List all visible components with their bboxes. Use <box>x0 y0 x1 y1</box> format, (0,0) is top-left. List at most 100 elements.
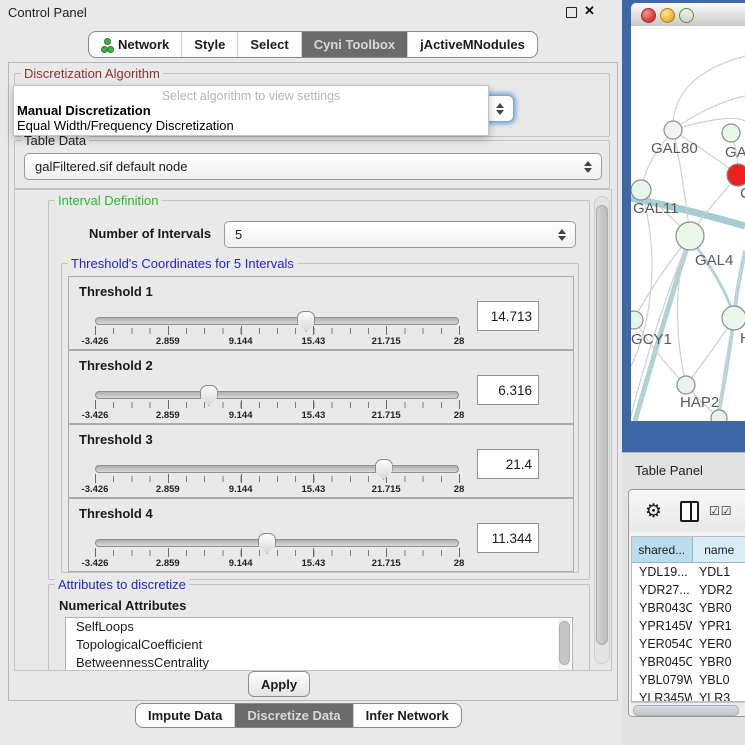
threshold-4-label: Threshold 4 <box>79 506 153 521</box>
tab-network[interactable]: Network <box>89 32 182 57</box>
network-node[interactable] <box>677 376 695 394</box>
threshold-3-slider[interactable]: -3.4262.8599.14415.4321.71528 <box>95 461 459 495</box>
tab-cyni-toolbox[interactable]: Cyni Toolbox <box>302 32 408 57</box>
checkbox-icons[interactable]: ☑☑ <box>709 504 733 518</box>
table-row[interactable]: YPR145WYPR1 <box>632 617 745 635</box>
slider-ticks <box>95 476 459 482</box>
network-edge <box>690 238 734 316</box>
table-row[interactable]: YDR27...YDR2 <box>632 581 745 599</box>
slider-track[interactable] <box>95 391 459 399</box>
dropdown-option-manual[interactable]: Manual Discretization <box>17 103 151 118</box>
network-node[interactable] <box>664 121 682 139</box>
network-node[interactable] <box>631 311 643 329</box>
table-header-row: shared... name <box>632 537 745 563</box>
tab-infer-network-label: Infer Network <box>366 708 449 723</box>
tick-label: 15.43 <box>302 410 326 421</box>
network-node[interactable] <box>727 164 745 186</box>
slider-track[interactable] <box>95 539 459 547</box>
tick-label: -3.426 <box>82 558 109 569</box>
tab-discretize-data[interactable]: Discretize Data <box>235 704 353 727</box>
zoom-traffic-light-icon[interactable] <box>679 8 694 23</box>
column-header-name[interactable]: name <box>693 537 745 562</box>
close-icon[interactable]: ✕ <box>584 3 595 19</box>
table-row[interactable]: YDL19...YDL1 <box>632 563 745 581</box>
threshold-1-slider[interactable]: -3.4262.8599.14415.4321.71528 <box>95 313 459 347</box>
network-node[interactable] <box>722 306 745 330</box>
network-node[interactable] <box>631 180 651 200</box>
list-item[interactable]: BetweennessCentrality <box>66 654 572 671</box>
network-node[interactable] <box>676 222 704 250</box>
thresholds-group-title: Threshold's Coordinates for 5 Intervals <box>68 256 297 271</box>
table-row[interactable]: YBR043CYBR0 <box>632 599 745 617</box>
table-panel-window: ⚙ ☑☑ shared... name YDL19...YDL1 YDR27..… <box>628 489 745 717</box>
dropdown-hint: Select algorithm to view settings <box>14 89 488 103</box>
tick-label: 15.43 <box>302 484 326 495</box>
table-horizontal-scrollbar[interactable] <box>631 702 745 716</box>
threshold-4-slider[interactable]: -3.4262.8599.14415.4321.71528 <box>95 535 459 569</box>
tab-impute-data[interactable]: Impute Data <box>136 704 235 727</box>
number-of-intervals-label: Number of Intervals <box>89 226 211 241</box>
threshold-4-value[interactable]: 11.344 <box>477 523 539 553</box>
tick-label: 28 <box>454 484 465 495</box>
table-data-combobox[interactable]: galFiltered.sif default node <box>24 153 602 180</box>
threshold-2-value[interactable]: 6.316 <box>477 375 539 405</box>
control-panel-tabbar: Network Style Select Cyni Toolbox jActiv… <box>88 31 538 58</box>
slider-track[interactable] <box>95 317 459 325</box>
table-row[interactable]: YBL079WYBL0 <box>632 671 745 689</box>
tab-style[interactable]: Style <box>182 32 238 57</box>
threshold-3-label: Threshold 3 <box>79 432 153 447</box>
tick-label: 28 <box>454 558 465 569</box>
tick-label: 9.144 <box>229 558 253 569</box>
gear-icon[interactable]: ⚙ <box>645 500 662 523</box>
network-node-label: H <box>740 330 745 347</box>
network-canvas[interactable]: GAL80GACGAL11GAL4GCY1HHAP2 <box>631 26 745 421</box>
settings-scrollbar[interactable] <box>594 196 610 664</box>
combo-arrows-icon <box>554 229 570 241</box>
slider-tick-labels: -3.4262.8599.14415.4321.71528 <box>95 336 459 348</box>
dropdown-option-equal-width[interactable]: Equal Width/Frequency Discretization <box>17 118 234 133</box>
tick-label: 2.859 <box>156 336 180 347</box>
apply-button[interactable]: Apply <box>248 671 310 697</box>
attributes-group-title: Attributes to discretize <box>55 577 189 592</box>
number-of-intervals-combobox[interactable]: 5 <box>224 221 576 248</box>
close-traffic-light-icon[interactable] <box>641 8 656 23</box>
scrollbar-thumb[interactable] <box>596 205 608 645</box>
table-row[interactable]: YER054CYER0 <box>632 635 745 653</box>
table-panel: Table Panel ⚙ ☑☑ shared... name YDL19...… <box>622 452 745 745</box>
numerical-attributes-list[interactable]: SelfLoops TopologicalCoefficient Between… <box>65 617 573 671</box>
tick-label: 9.144 <box>229 484 253 495</box>
slider-ticks <box>95 402 459 408</box>
slider-ticks <box>95 550 459 556</box>
threshold-3-value[interactable]: 21.4 <box>477 449 539 479</box>
list-scrollbar[interactable] <box>558 619 571 671</box>
network-node[interactable] <box>722 124 740 142</box>
slider-track[interactable] <box>95 465 459 473</box>
tab-infer-network[interactable]: Infer Network <box>354 704 461 727</box>
tab-select[interactable]: Select <box>238 32 301 57</box>
threshold-2-panel: Threshold 2 -3.4262.8599.14415.4321.7152… <box>68 350 574 424</box>
tab-jactivemnodules[interactable]: jActiveMNodules <box>408 32 537 57</box>
tab-discretize-data-label: Discretize Data <box>247 708 340 723</box>
network-window-titlebar[interactable] <box>631 3 745 27</box>
network-node[interactable] <box>711 410 727 421</box>
minimize-traffic-light-icon[interactable] <box>660 8 675 23</box>
network-node-label: GA <box>725 144 745 161</box>
list-item[interactable]: SelfLoops <box>66 618 572 636</box>
network-node-label: GAL4 <box>695 252 733 269</box>
table-toolbar: ⚙ ☑☑ <box>629 490 745 532</box>
table-row[interactable]: YLR345WYLR3 <box>632 689 745 702</box>
float-window-icon[interactable] <box>566 7 577 18</box>
list-item[interactable]: TopologicalCoefficient <box>66 636 572 654</box>
tick-label: 21.715 <box>372 484 401 495</box>
tick-label: -3.426 <box>82 336 109 347</box>
column-header-shared[interactable]: shared... <box>632 537 693 562</box>
slider-tick-labels: -3.4262.8599.14415.4321.71528 <box>95 558 459 570</box>
threshold-2-slider[interactable]: -3.4262.8599.14415.4321.71528 <box>95 387 459 421</box>
interval-definition-title: Interval Definition <box>55 193 161 208</box>
tick-label: 9.144 <box>229 336 253 347</box>
scrollbar-thumb[interactable] <box>633 705 739 716</box>
table-row[interactable]: YBR045CYBR0 <box>632 653 745 671</box>
threshold-2-label: Threshold 2 <box>79 358 153 373</box>
threshold-1-value[interactable]: 14.713 <box>477 301 539 331</box>
split-columns-icon[interactable] <box>680 501 699 522</box>
